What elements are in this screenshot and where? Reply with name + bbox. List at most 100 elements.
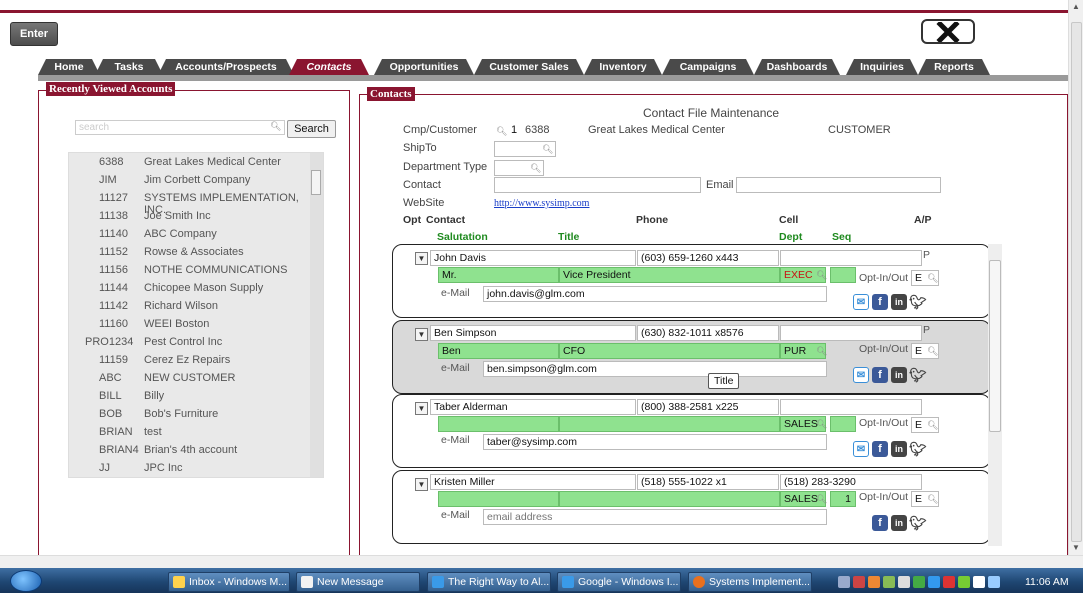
tray-icon[interactable] bbox=[928, 576, 940, 588]
taskbar-item[interactable]: Inbox - Windows M... bbox=[168, 572, 290, 592]
list-item[interactable]: PRO1234 Pest Control Inc bbox=[69, 336, 309, 353]
list-item[interactable]: JJ JPC Inc bbox=[69, 462, 309, 477]
search-button[interactable]: Search bbox=[287, 120, 336, 138]
email-field[interactable]: john.davis@glm.com bbox=[483, 286, 827, 302]
salutation-field[interactable] bbox=[438, 416, 559, 432]
tab-accounts-prospects[interactable]: Accounts/Prospects bbox=[158, 59, 294, 75]
tab-reports[interactable]: Reports bbox=[918, 59, 990, 75]
dept-lookup-icon[interactable]: 🔍︎ bbox=[816, 419, 827, 430]
facebook-icon[interactable]: f bbox=[872, 294, 888, 310]
enter-button[interactable]: Enter bbox=[10, 22, 58, 46]
scroll-thumb[interactable] bbox=[989, 260, 1001, 432]
tray-icon[interactable] bbox=[943, 576, 955, 588]
list-item[interactable]: 11127 SYSTEMS IMPLEMENTATION, INC. bbox=[69, 192, 309, 216]
opt-lookup-icon[interactable]: 🔍︎ bbox=[927, 494, 938, 505]
opt-lookup-icon[interactable]: 🔍︎ bbox=[927, 420, 938, 431]
website-link[interactable]: http://www.sysimp.com bbox=[494, 198, 589, 209]
contact-name-field[interactable]: John Davis bbox=[430, 250, 636, 266]
list-item[interactable]: 11156 NOTHE COMMUNICATIONS bbox=[69, 264, 309, 281]
title-field[interactable] bbox=[559, 416, 780, 432]
cell-field[interactable] bbox=[780, 399, 922, 415]
chevron-down-icon[interactable]: ▼ bbox=[415, 328, 428, 341]
cell-field[interactable]: (518) 283-3290 bbox=[780, 474, 922, 490]
tray-icon[interactable] bbox=[883, 576, 895, 588]
scroll-up-icon[interactable]: ▲ bbox=[1072, 2, 1080, 11]
cell-field[interactable] bbox=[780, 325, 922, 341]
tray-icon[interactable] bbox=[958, 576, 970, 588]
phone-field[interactable]: (800) 388-2581 x225 bbox=[637, 399, 779, 415]
close-button[interactable] bbox=[921, 19, 975, 44]
network-icon[interactable] bbox=[973, 576, 985, 588]
mail-icon[interactable]: ✉ bbox=[853, 294, 869, 310]
phone-field[interactable]: (630) 832-1011 x8576 bbox=[637, 325, 779, 341]
tray-icon[interactable] bbox=[913, 576, 925, 588]
shipto-lookup-icon[interactable]: 🔍︎ bbox=[542, 144, 553, 155]
opt-lookup-icon[interactable]: 🔍︎ bbox=[927, 346, 938, 357]
taskbar-item[interactable]: New Message bbox=[296, 572, 420, 592]
contact-card[interactable]: ▼ John Davis (603) 659-1260 x443 P Mr. V… bbox=[392, 244, 991, 318]
contact-card[interactable]: ▼ Kristen Miller (518) 555-1022 x1 (518)… bbox=[392, 470, 991, 544]
title-field[interactable] bbox=[559, 491, 780, 507]
tab-tasks[interactable]: Tasks bbox=[95, 59, 163, 75]
twitter-icon[interactable]: 🐦︎ bbox=[909, 294, 927, 310]
mail-icon[interactable]: ✉ bbox=[853, 367, 869, 383]
twitter-icon[interactable]: 🐦︎ bbox=[909, 367, 927, 383]
contact-card[interactable]: ▼ Taber Alderman (800) 388-2581 x225 SAL… bbox=[392, 394, 991, 468]
list-item[interactable]: 11140 ABC Company bbox=[69, 228, 309, 245]
list-item[interactable]: 11160 WEEI Boston bbox=[69, 318, 309, 335]
scroll-thumb[interactable] bbox=[311, 170, 321, 195]
phone-field[interactable]: (518) 555-1022 x1 bbox=[637, 474, 779, 490]
recent-accounts-list[interactable]: 6388 Great Lakes Medical Center JIM Jim Co… bbox=[68, 152, 324, 478]
facebook-icon[interactable]: f bbox=[872, 441, 888, 457]
email-field[interactable]: ben.simpson@glm.com bbox=[483, 361, 827, 377]
phone-field[interactable]: (603) 659-1260 x443 bbox=[637, 250, 779, 266]
list-item[interactable]: 11138 Joe Smith Inc bbox=[69, 210, 309, 227]
seq-field[interactable] bbox=[830, 267, 856, 283]
tab-contacts[interactable]: Contacts bbox=[289, 59, 369, 75]
volume-icon[interactable] bbox=[988, 576, 1000, 588]
list-item[interactable]: BRIAN4 Brian's 4th account bbox=[69, 444, 309, 461]
taskbar-item[interactable]: Google - Windows I... bbox=[557, 572, 681, 592]
tab-inventory[interactable]: Inventory bbox=[584, 59, 662, 75]
tab-customer-sales[interactable]: Customer Sales bbox=[474, 59, 584, 75]
mail-icon[interactable]: ✉ bbox=[853, 441, 869, 457]
salutation-field[interactable]: Mr. bbox=[438, 267, 559, 283]
search-input[interactable] bbox=[75, 120, 285, 135]
twitter-icon[interactable]: 🐦︎ bbox=[909, 441, 927, 457]
taskbar-item[interactable]: The Right Way to Al... bbox=[427, 572, 551, 592]
list-item[interactable]: BOB Bob's Furniture bbox=[69, 408, 309, 425]
dept-lookup-icon[interactable]: 🔍︎ bbox=[816, 494, 827, 505]
opt-lookup-icon[interactable]: 🔍︎ bbox=[927, 273, 938, 284]
salutation-field[interactable]: Ben bbox=[438, 343, 559, 359]
tab-home[interactable]: Home bbox=[38, 59, 100, 75]
department-lookup-icon[interactable]: 🔍︎ bbox=[530, 163, 541, 174]
seq-field[interactable]: 1 bbox=[830, 491, 856, 507]
facebook-icon[interactable]: f bbox=[872, 367, 888, 383]
taskbar-item[interactable]: Systems Implement... bbox=[688, 572, 812, 592]
tab-inquiries[interactable]: Inquiries bbox=[846, 59, 918, 75]
twitter-icon[interactable]: 🐦︎ bbox=[909, 515, 927, 531]
tab-dashboards[interactable]: Dashboards bbox=[754, 59, 840, 75]
list-item[interactable]: JIM Jim Corbett Company bbox=[69, 174, 309, 191]
chevron-down-icon[interactable]: ▼ bbox=[415, 402, 428, 415]
list-item[interactable]: 11159 Cerez Ez Repairs bbox=[69, 354, 309, 371]
facebook-icon[interactable]: f bbox=[872, 515, 888, 531]
scroll-thumb[interactable] bbox=[1071, 22, 1082, 542]
tab-opportunities[interactable]: Opportunities bbox=[374, 59, 474, 75]
dept-lookup-icon[interactable]: 🔍︎ bbox=[816, 270, 827, 281]
title-field[interactable]: Vice President bbox=[559, 267, 780, 283]
list-item[interactable]: 11152 Rowse & Associates bbox=[69, 246, 309, 263]
contacts-scrollbar[interactable] bbox=[988, 244, 1002, 546]
contact-name-field[interactable]: Taber Alderman bbox=[430, 399, 636, 415]
contact-card[interactable]: ▼ Ben Simpson (630) 832-1011 x8576 P Ben… bbox=[392, 320, 991, 394]
chevron-down-icon[interactable]: ▼ bbox=[415, 478, 428, 491]
list-item[interactable]: 11142 Richard Wilson bbox=[69, 300, 309, 317]
start-button[interactable] bbox=[10, 570, 42, 592]
tray-icon[interactable] bbox=[898, 576, 910, 588]
page-horizontal-scrollbar[interactable] bbox=[0, 555, 1083, 568]
list-item[interactable]: BRIAN test bbox=[69, 426, 309, 443]
linkedin-icon[interactable]: in bbox=[891, 367, 907, 383]
contact-search-field[interactable] bbox=[494, 177, 701, 193]
linkedin-icon[interactable]: in bbox=[891, 441, 907, 457]
recent-list-scrollbar[interactable] bbox=[310, 153, 323, 477]
